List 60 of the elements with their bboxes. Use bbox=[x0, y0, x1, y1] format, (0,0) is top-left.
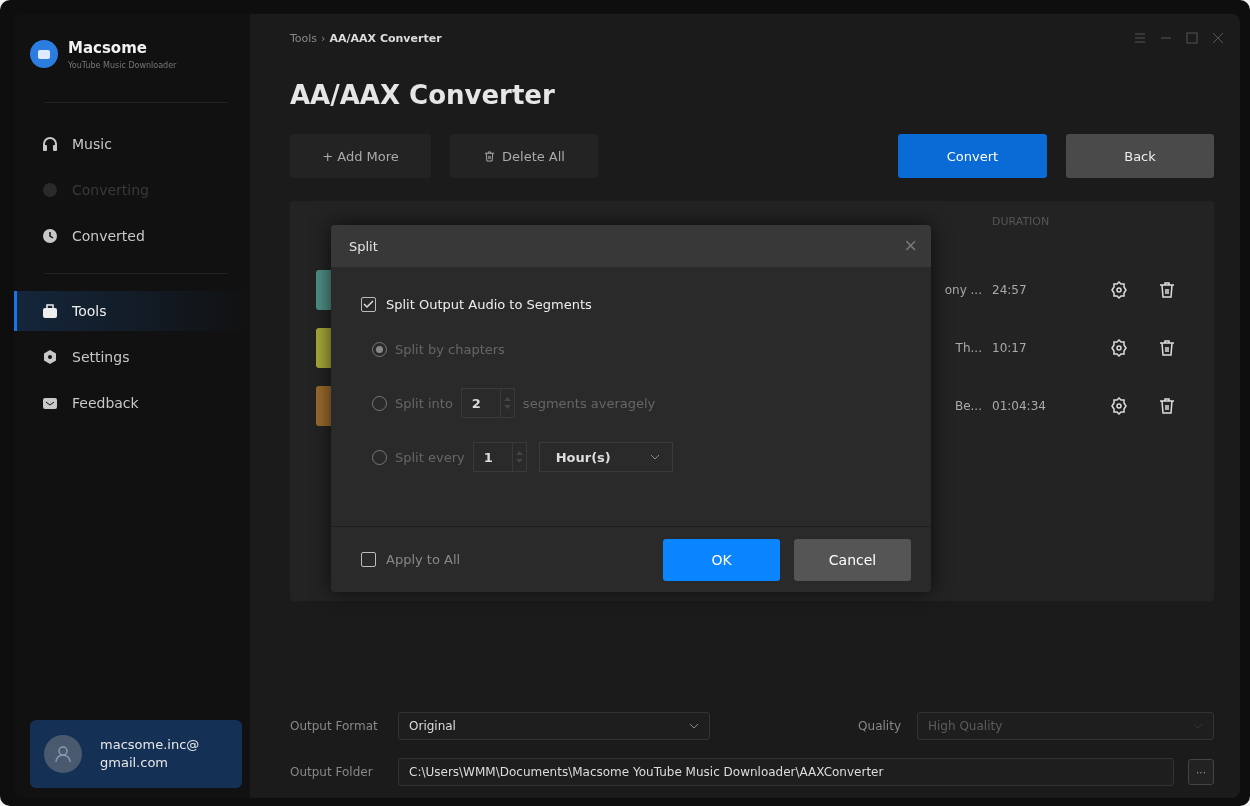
output-format-label: Output Format bbox=[290, 719, 379, 733]
toolbox-icon bbox=[42, 303, 58, 319]
avatar-icon bbox=[44, 735, 82, 773]
sidebar-item[interactable]: Settings bbox=[14, 337, 250, 377]
output-folder-label: Output Folder bbox=[290, 765, 374, 779]
unit-select[interactable]: Hour(s) bbox=[538, 442, 673, 472]
settings-icon bbox=[1109, 280, 1129, 300]
trash-icon bbox=[1157, 280, 1177, 300]
trash-icon bbox=[1157, 338, 1177, 358]
title-cell: Th... bbox=[955, 341, 982, 355]
chevron-down-icon bbox=[689, 723, 699, 729]
title-cell: Be... bbox=[954, 399, 982, 413]
option-suffix: segments averagely bbox=[522, 395, 656, 411]
checkbox[interactable] bbox=[361, 552, 376, 567]
option-label: Split by chapters bbox=[395, 341, 505, 357]
settings-icon bbox=[1109, 396, 1129, 416]
checkbox-label: Split Output Audio to Segments bbox=[386, 297, 592, 312]
breadcrumb-link[interactable]: Tools bbox=[290, 31, 318, 45]
clock-icon bbox=[42, 228, 58, 244]
dialog-title: Split bbox=[349, 238, 378, 254]
converting-icon bbox=[42, 182, 58, 198]
page-title: AA/AAX Converter bbox=[290, 80, 556, 110]
title-cell: ony ... bbox=[944, 283, 982, 297]
close-icon[interactable] bbox=[1212, 32, 1224, 44]
headphones-icon bbox=[42, 136, 58, 152]
checkbox[interactable] bbox=[361, 297, 376, 312]
sidebar-item[interactable]: Feedback bbox=[14, 383, 250, 423]
quality-label: Quality bbox=[858, 719, 901, 733]
option-label: Split every bbox=[395, 449, 465, 465]
user-email: macsome.inc@ gmail.com bbox=[100, 736, 201, 772]
chevron-down-icon bbox=[649, 454, 660, 460]
delete-all-button[interactable]: Delete All bbox=[450, 134, 598, 178]
sidebar-item[interactable]: Music bbox=[14, 124, 250, 164]
breadcrumb-current: AA/AAX Converter bbox=[329, 31, 442, 45]
app-logo-icon bbox=[30, 40, 58, 68]
app-subtitle: YouTube Music Downloader bbox=[68, 60, 177, 70]
number-field[interactable]: 1 bbox=[472, 442, 527, 472]
user-card[interactable]: macsome.inc@ gmail.com bbox=[30, 720, 242, 788]
mail-icon bbox=[42, 395, 58, 411]
ok-button[interactable]: OK bbox=[663, 538, 780, 581]
duration-cell-text: 24:57 bbox=[992, 283, 1028, 297]
settings-icon bbox=[42, 349, 58, 365]
browse-button[interactable]: ··· bbox=[1188, 759, 1214, 785]
app-name: Macsome bbox=[68, 38, 148, 57]
sidebar-item[interactable]: Converted bbox=[14, 216, 250, 256]
breadcrumb-separator: › bbox=[321, 31, 326, 45]
back-button[interactable]: Back bbox=[1066, 134, 1214, 178]
duration-cell-text: 10:17 bbox=[992, 341, 1028, 355]
settings-icon bbox=[1109, 338, 1129, 358]
add-more-button[interactable]: + Add More bbox=[290, 134, 431, 178]
output-format-select[interactable]: Original bbox=[398, 712, 710, 740]
option-label: Split into bbox=[395, 395, 453, 411]
number-field[interactable]: 2 bbox=[460, 388, 515, 418]
duration-cell-text: 01:04:34 bbox=[992, 399, 1047, 413]
output-folder-field[interactable]: C:\Users\WMM\Documents\Macsome YouTube Music Downloader\AAXConverter bbox=[398, 758, 1174, 786]
trash-icon bbox=[1157, 396, 1177, 416]
cancel-button[interactable]: Cancel bbox=[794, 538, 911, 581]
trash-icon bbox=[483, 149, 496, 163]
convert-button[interactable]: Convert bbox=[898, 134, 1047, 178]
checkbox-label: Apply to All bbox=[386, 552, 461, 567]
